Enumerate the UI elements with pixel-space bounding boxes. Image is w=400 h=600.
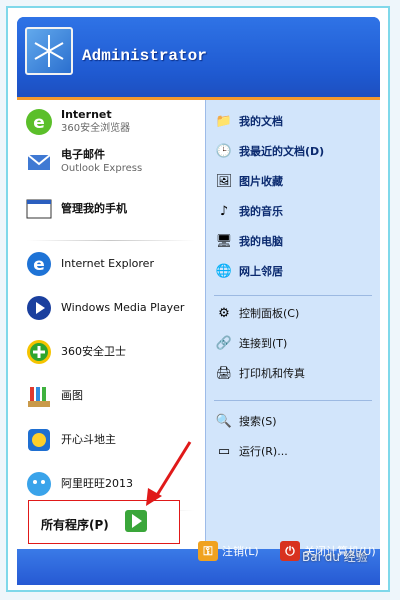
right-panel: 📁 我的文档 🕒 我最近的文档(D) 🖼 图片收藏 ♪ 我的音乐 🖥 我的电脑 … bbox=[205, 100, 380, 549]
right-item-recent-documents[interactable]: 🕒 我最近的文档(D) bbox=[213, 140, 324, 162]
right-item-label: 图片收藏 bbox=[239, 175, 283, 188]
recent-documents-icon: 🕒 bbox=[215, 143, 233, 159]
aliwangwang-icon bbox=[23, 468, 55, 500]
media-player-icon bbox=[23, 292, 55, 324]
pinned-subtitle: 360安全浏览器 bbox=[61, 123, 131, 134]
recent-label: Windows Media Player bbox=[61, 301, 185, 314]
connect-to-icon: 🔗 bbox=[215, 335, 233, 351]
pinned-subtitle: Outlook Express bbox=[61, 163, 143, 174]
pinned-title: 管理我的手机 bbox=[61, 202, 127, 215]
right-item-label: 我最近的文档(D) bbox=[239, 145, 325, 158]
right-item-label: 我的音乐 bbox=[239, 205, 283, 218]
ie-icon: e bbox=[23, 248, 55, 280]
right-separator bbox=[214, 400, 372, 401]
right-item-control-panel[interactable]: ⚙ 控制面板(C) bbox=[213, 302, 299, 324]
right-item-printers[interactable]: 🖨 打印机和传真 bbox=[213, 362, 305, 384]
printers-icon: 🖨 bbox=[215, 365, 233, 381]
outlook-icon bbox=[23, 146, 55, 178]
key-icon: ⚿ bbox=[198, 541, 218, 561]
paint-icon bbox=[23, 380, 55, 412]
recent-label: Internet Explorer bbox=[61, 257, 154, 270]
svg-text:e: e bbox=[33, 255, 45, 275]
username-label: Administrator bbox=[82, 47, 207, 65]
run-icon: ▭ bbox=[217, 443, 231, 459]
my-music-icon: ♪ bbox=[219, 203, 229, 219]
my-computer-icon: 🖥 bbox=[215, 233, 233, 249]
logoff-label: 注销(L) bbox=[222, 545, 259, 558]
card-game-icon bbox=[23, 424, 55, 456]
right-item-label: 我的电脑 bbox=[239, 235, 283, 248]
right-item-label: 我的文档 bbox=[239, 115, 283, 128]
my-pictures-icon: 🖼 bbox=[215, 173, 233, 189]
snowflake-icon bbox=[34, 35, 64, 67]
right-item-my-computer[interactable]: 🖥 我的电脑 bbox=[213, 230, 283, 252]
pinned-item-internet[interactable]: e Internet 360安全浏览器 bbox=[23, 106, 130, 138]
right-item-run[interactable]: ▭ 运行(R)... bbox=[213, 440, 288, 462]
pinned-item-email[interactable]: 电子邮件 Outlook Express bbox=[23, 146, 142, 178]
svg-text:e: e bbox=[33, 113, 45, 133]
start-menu-header: Administrator bbox=[17, 17, 380, 100]
right-item-label: 连接到(T) bbox=[239, 337, 288, 350]
power-icon: ⏻ bbox=[280, 541, 300, 561]
network-places-icon: 🌐 bbox=[215, 263, 233, 279]
user-avatar[interactable] bbox=[25, 27, 73, 75]
recent-label: 阿里旺旺2013 bbox=[61, 477, 133, 490]
pinned-separator bbox=[27, 240, 195, 241]
right-item-label: 打印机和传真 bbox=[239, 367, 305, 380]
recent-label: 开心斗地主 bbox=[61, 433, 116, 446]
right-item-label: 搜索(S) bbox=[239, 415, 277, 428]
my-documents-icon: 📁 bbox=[215, 113, 233, 129]
search-icon: 🔍 bbox=[215, 413, 233, 429]
right-item-label: 网上邻居 bbox=[239, 265, 283, 278]
recent-label: 画图 bbox=[61, 389, 83, 402]
right-item-my-pictures[interactable]: 🖼 图片收藏 bbox=[213, 170, 283, 192]
control-panel-icon: ⚙ bbox=[218, 305, 230, 321]
recent-item-360-safeguard[interactable]: 360安全卫士 bbox=[23, 336, 126, 368]
pinned-item-phone[interactable]: 管理我的手机 bbox=[23, 193, 127, 225]
right-separator bbox=[214, 295, 372, 296]
right-item-my-documents[interactable]: 📁 我的文档 bbox=[213, 110, 283, 132]
annotation-arrow-icon bbox=[146, 441, 192, 506]
right-item-search[interactable]: 🔍 搜索(S) bbox=[213, 410, 277, 432]
right-item-my-music[interactable]: ♪ 我的音乐 bbox=[213, 200, 283, 222]
right-item-connect-to[interactable]: 🔗 连接到(T) bbox=[213, 332, 287, 354]
logoff-button[interactable]: ⚿ 注销(L) bbox=[198, 541, 259, 561]
recent-item-card-game[interactable]: 开心斗地主 bbox=[23, 424, 116, 456]
recent-item-paint[interactable]: 画图 bbox=[23, 380, 83, 412]
recent-item-ie[interactable]: e Internet Explorer bbox=[23, 248, 154, 280]
phone-manager-icon bbox=[23, 193, 55, 225]
recent-item-aliwangwang[interactable]: 阿里旺旺2013 bbox=[23, 468, 133, 500]
pinned-title: 电子邮件 bbox=[61, 148, 105, 161]
recent-item-media-player[interactable]: Windows Media Player bbox=[23, 292, 184, 324]
right-item-label: 控制面板(C) bbox=[239, 307, 300, 320]
watermark: Bai du 经验 bbox=[302, 550, 368, 564]
all-programs-label: 所有程序(P) bbox=[41, 518, 109, 532]
recent-label: 360安全卫士 bbox=[61, 345, 126, 358]
right-item-label: 运行(R)... bbox=[239, 445, 288, 458]
360-safeguard-icon bbox=[23, 336, 55, 368]
360-browser-icon: e bbox=[23, 106, 55, 138]
green-arrow-icon bbox=[125, 510, 147, 532]
pinned-title: Internet bbox=[61, 108, 112, 121]
right-item-network-places[interactable]: 🌐 网上邻居 bbox=[213, 260, 283, 282]
